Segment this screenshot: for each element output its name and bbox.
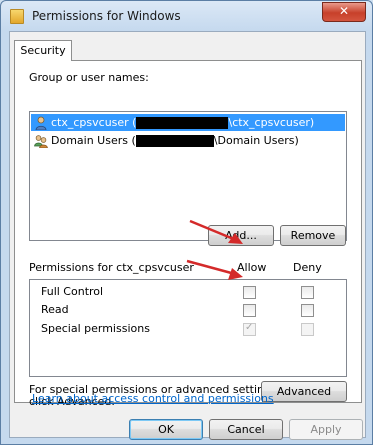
group-icon <box>34 135 48 148</box>
permissions-list: Full Control Read Special permissions ✓ <box>29 279 347 377</box>
list-item-ctx-cpsvcuser[interactable]: ctx_cpsvcuser ( \ctx_cpsvcuser) <box>31 114 345 131</box>
user-name-suffix: \ctx_cpsvcuser) <box>228 116 315 129</box>
close-button[interactable]: ✕ <box>322 2 366 22</box>
special-permissions-deny-checkbox <box>301 323 314 336</box>
permission-name: Full Control <box>41 285 104 298</box>
user-name-suffix: \Domain Users) <box>213 134 299 147</box>
cancel-button[interactable]: Cancel <box>209 419 283 440</box>
full-control-allow-checkbox[interactable] <box>243 286 256 299</box>
permissions-for-label: Permissions for ctx_cpsvcuser <box>29 261 194 274</box>
tab-security[interactable]: Security <box>14 40 72 61</box>
access-control-help-link[interactable]: Learn about access control and permissio… <box>32 392 274 405</box>
full-control-deny-checkbox[interactable] <box>301 286 314 299</box>
user-icon <box>35 116 47 130</box>
user-name-prefix: Domain Users ( <box>51 134 136 147</box>
apply-button: Apply <box>289 419 363 440</box>
annotation-arrow-icon <box>189 219 243 244</box>
special-permissions-allow-checkbox: ✓ <box>243 322 256 336</box>
permissions-dialog: Permissions for Windows ✕ Security Group… <box>0 0 373 445</box>
window-title: Permissions for Windows <box>32 9 181 23</box>
redacted-domain <box>135 135 214 147</box>
permission-name: Read <box>41 303 69 316</box>
annotation-arrow-icon <box>186 259 243 280</box>
permission-name: Special permissions <box>41 322 150 335</box>
title-bar[interactable]: Permissions for Windows ✕ <box>1 1 372 31</box>
folder-icon <box>10 9 24 24</box>
read-deny-checkbox[interactable] <box>301 304 314 317</box>
read-allow-checkbox[interactable] <box>243 304 256 317</box>
redacted-domain <box>136 117 229 129</box>
deny-column-header: Deny <box>293 261 322 274</box>
checkmark-icon: ✓ <box>245 322 254 333</box>
remove-button[interactable]: Remove <box>280 225 346 246</box>
user-name-prefix: ctx_cpsvcuser ( <box>51 116 137 129</box>
list-item-domain-users[interactable]: Domain Users ( \Domain Users) <box>31 132 345 149</box>
group-or-user-names-label: Group or user names: <box>29 71 149 84</box>
ok-button[interactable]: OK <box>129 419 203 440</box>
